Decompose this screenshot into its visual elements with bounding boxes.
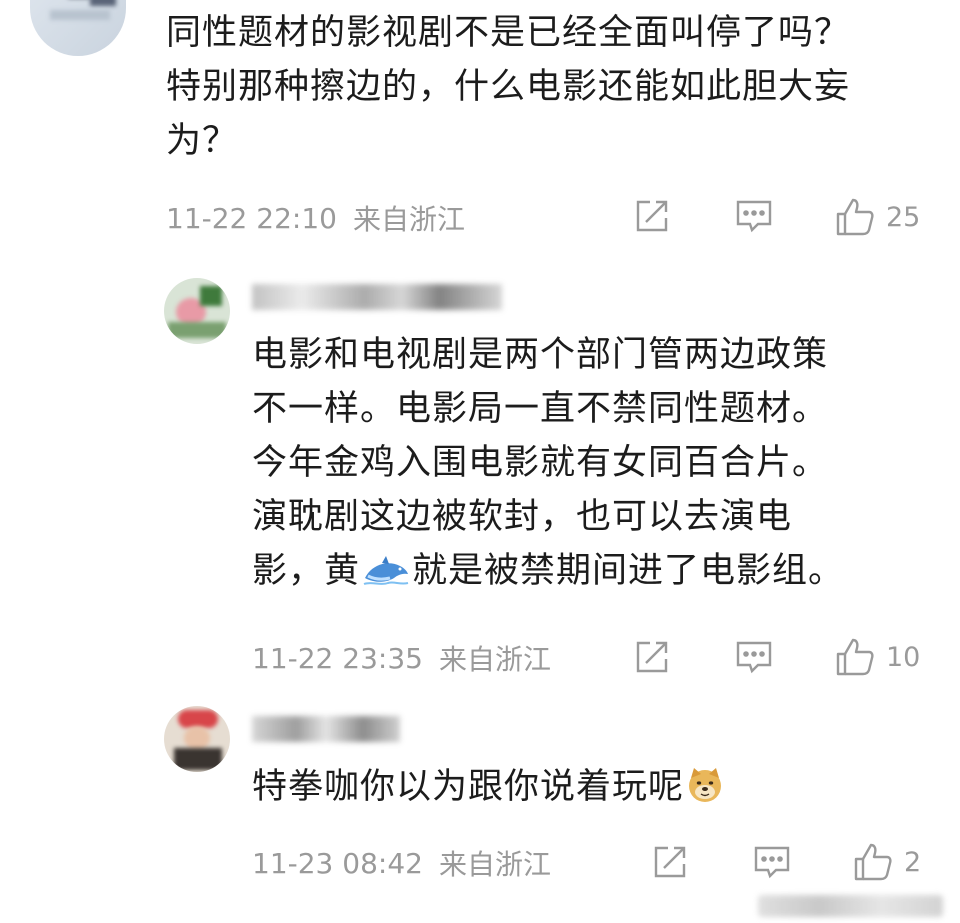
username-redacted (252, 716, 400, 742)
comment-text-part2: 就是被禁期间进了电影组。 (412, 551, 845, 591)
comment-text: 同性题材的影视剧不是已经全面叫停了吗？ 特别那种擦边的，什么电影还能如此胆大妄 … (166, 13, 851, 161)
dolphin-emoji (362, 550, 410, 604)
like-count: 10 (886, 641, 921, 673)
like-count: 2 (904, 846, 922, 878)
reply-button[interactable] (734, 196, 774, 236)
share-button[interactable] (632, 637, 672, 677)
comment-location: 来自浙江 (438, 848, 551, 881)
comment-text: 电影和电视剧是两个部门管两边政策 不一样。电影局一直不禁同性题材。 今年金鸡入围… (252, 328, 952, 604)
avatar[interactable] (30, 0, 126, 56)
thumbs-up-icon (836, 638, 874, 676)
username-redacted (252, 284, 502, 310)
avatar[interactable] (164, 706, 230, 772)
avatar[interactable] (164, 278, 230, 344)
reply-button[interactable] (734, 637, 774, 677)
like-count: 25 (886, 201, 921, 233)
comment-icon (736, 200, 772, 233)
comment-meta: 11-23 08:42 来自浙江 (252, 843, 551, 883)
comment-meta: 11-22 23:35 来自浙江 (252, 638, 551, 678)
comment-time: 11-22 23:35 (252, 641, 423, 675)
share-button[interactable] (650, 842, 690, 882)
thumbs-up-icon (836, 198, 874, 236)
like-button[interactable]: 25 (834, 196, 920, 238)
comment-location: 来自浙江 (352, 203, 465, 236)
share-button[interactable] (632, 196, 672, 236)
comment-text: 特拳咖你以为跟你说着玩呢 (252, 760, 952, 820)
like-button[interactable]: 10 (834, 636, 920, 678)
comment-meta: 11-22 22:10 来自浙江 (166, 198, 465, 238)
comment-text-content: 特拳咖你以为跟你说着玩呢 (252, 767, 685, 807)
doge-emoji (686, 766, 724, 820)
comment-location: 来自浙江 (438, 643, 551, 676)
comment-icon (736, 641, 772, 674)
share-icon (636, 641, 668, 673)
like-button[interactable]: 2 (852, 841, 921, 883)
share-icon (654, 846, 686, 878)
comment-time: 11-22 22:10 (166, 201, 337, 235)
reply-button[interactable] (752, 842, 792, 882)
comment-icon (754, 846, 790, 879)
share-icon (636, 200, 668, 232)
comment-time: 11-23 08:42 (252, 846, 423, 880)
watermark (758, 895, 943, 917)
thumbs-up-icon (854, 843, 892, 881)
